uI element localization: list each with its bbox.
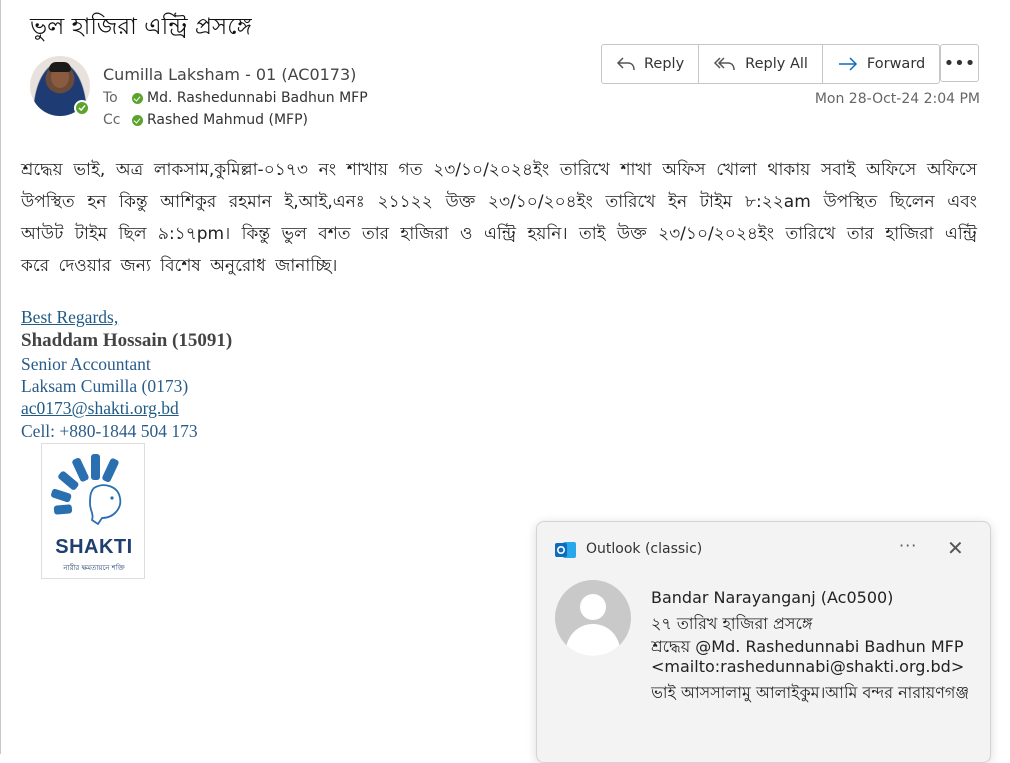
email-subject: ভুল হাজিরা এন্ট্রি প্রসঙ্গে	[30, 14, 252, 40]
window-left-border	[0, 0, 1, 754]
toast-more-icon[interactable]: ···	[899, 536, 917, 555]
reply-all-icon	[714, 57, 735, 71]
to-label: To	[103, 90, 118, 106]
cc-recipient-name: Rashed Mahmud (MFP)	[147, 112, 308, 128]
cc-recipient[interactable]: Rashed Mahmud (MFP)	[132, 112, 308, 128]
shakti-logo: SHAKTI নারীর ক্ষমতায়নে শক্তি	[41, 443, 145, 579]
email-body: শ্রদ্ধেয় ভাই, অত্র লাকসাম,কুমিল্লা-০১৭৩…	[21, 160, 977, 276]
toast-close-icon[interactable]: ✕	[947, 536, 964, 560]
avatar-hair	[49, 62, 71, 72]
reply-all-button[interactable]: Reply All	[699, 45, 823, 83]
received-date: Mon 28-Oct-24 2:04 PM	[814, 91, 980, 107]
more-icon: •••	[943, 52, 976, 74]
sender-name[interactable]: Cumilla Laksham - 01 (AC0173)	[103, 65, 356, 84]
toast-avatar	[555, 580, 631, 656]
outlook-icon	[555, 542, 576, 558]
logo-tagline: নারীর ক্ষমতায়নে শক্তি	[63, 564, 125, 572]
to-recipient-name: Md. Rashedunnabi Badhun MFP	[147, 90, 368, 106]
logo-graphic	[51, 454, 122, 526]
to-recipient[interactable]: Md. Rashedunnabi Badhun MFP	[132, 90, 368, 106]
toast-preview-line2: <mailto:rashedunnabi@shakti.org.bd>	[651, 657, 965, 676]
reply-button[interactable]: Reply	[602, 45, 700, 83]
reply-all-label: Reply All	[745, 56, 808, 72]
toast-app-name: Outlook (classic)	[586, 541, 703, 557]
signature-email-link[interactable]: ac0173@shakti.org.bd	[21, 398, 179, 419]
toast-sender: Bandar Narayanganj (Ac0500)	[651, 588, 894, 607]
signature-office: Laksam Cumilla (0173)	[21, 376, 189, 396]
forward-label: Forward	[866, 56, 926, 72]
reply-label: Reply	[644, 56, 685, 72]
presence-icon	[132, 114, 143, 126]
cc-label: Cc	[103, 112, 121, 128]
avatar-body	[566, 624, 620, 656]
reply-icon	[616, 57, 635, 71]
more-actions-button[interactable]: •••	[940, 44, 979, 82]
forward-icon	[838, 57, 857, 71]
signature-title: Senior Accountant	[21, 354, 151, 374]
presence-icon	[132, 92, 143, 104]
forward-button[interactable]: Forward	[823, 45, 939, 83]
avatar-head	[580, 594, 606, 620]
message-actions: Reply Reply All Forward	[601, 44, 941, 84]
notification-toast[interactable]: Outlook (classic) ··· ✕ Bandar Narayanga…	[536, 521, 991, 763]
signature-name: Shaddam Hossain (15091)	[21, 330, 233, 351]
toast-preview-line3: ভাই আসসালামু আলাইকুম।আমি বন্দর নারায়ণগঞ…	[651, 683, 970, 702]
signature-greeting: Best Regards,	[21, 307, 119, 327]
presence-available-icon	[74, 100, 90, 116]
signature-cell: Cell: +880-1844 504 173	[21, 421, 198, 441]
logo-wordmark: SHAKTI	[55, 536, 133, 558]
